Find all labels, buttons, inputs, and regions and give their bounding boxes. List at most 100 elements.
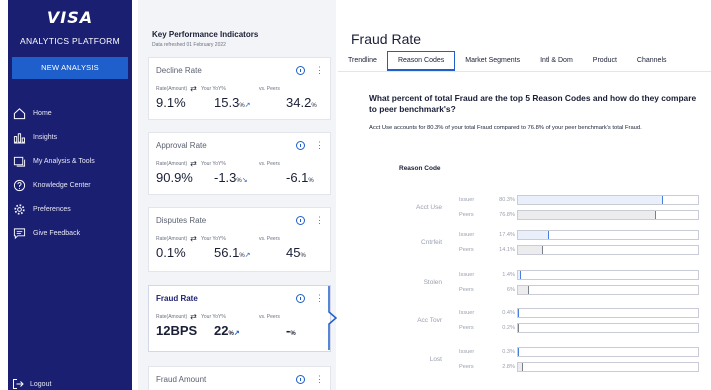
vs-peers-label: vs. Peers: [259, 160, 280, 167]
info-icon[interactable]: [296, 294, 305, 303]
vs-peers-label: vs. Peers: [259, 313, 280, 320]
kebab-menu-icon[interactable]: ⋮: [315, 141, 324, 150]
issuer-value: 0.4%: [502, 310, 515, 316]
kpi-card-disputes-rate[interactable]: Disputes Rate ⋮ Rate(Amount) ⇄ Your YoY% …: [148, 207, 331, 272]
home-icon: [12, 106, 26, 120]
kpi-card-name: Approval Rate: [156, 141, 207, 150]
vs-peers-label: vs. Peers: [259, 235, 280, 242]
kpi-card-fraud-rate[interactable]: Fraud Rate ⋮ Rate(Amount) ⇄ Your YoY% vs.…: [148, 285, 331, 352]
tab-channels[interactable]: Channels: [627, 50, 677, 72]
sidebar-item-give-feedback[interactable]: Give Feedback: [8, 221, 132, 245]
issuer-bar: [518, 196, 663, 204]
kpi-card-decline-rate[interactable]: Decline Rate ⋮ Rate(Amount) ⇄ Your YoY% v…: [148, 57, 331, 120]
sidebar-item-insights[interactable]: Insights: [8, 125, 132, 149]
sidebar-item-my-analysis[interactable]: My Analysis & Tools: [8, 149, 132, 173]
info-icon[interactable]: [296, 141, 305, 150]
trend-down-icon: ↘: [241, 177, 248, 184]
kebab-menu-icon[interactable]: ⋮: [315, 294, 324, 303]
tab-product[interactable]: Product: [583, 50, 627, 72]
kebab-menu-icon[interactable]: ⋮: [315, 216, 324, 225]
peers-bar: [518, 246, 544, 254]
kpi-card-fraud-amount[interactable]: Fraud Amount ⋮: [148, 366, 331, 390]
new-analysis-button[interactable]: NEW ANALYSIS: [12, 57, 128, 79]
peers-bar-line: Peers 6%: [459, 285, 699, 297]
logout-label: Logout: [30, 380, 52, 388]
peers-bar: [518, 363, 524, 371]
issuer-value: 1.4%: [502, 272, 515, 278]
peers-bar-track: [517, 285, 699, 295]
insight-question: What percent of total Fraud are the top …: [369, 93, 697, 114]
issuer-bar-track: [517, 308, 699, 318]
rate-value: 12BPS: [156, 323, 198, 338]
sidebar-item-label: Insights: [33, 133, 58, 141]
info-icon[interactable]: [296, 375, 305, 384]
issuer-value: 0.3%: [502, 349, 515, 355]
reason-code-row: Stolen Issuer 1.4% Peers 6%: [338, 270, 711, 298]
reason-code-row: Cntrfeit Issuer 17.4% Peers 14.1%: [338, 230, 711, 258]
yoy-label: Your YoY%: [201, 313, 226, 320]
rate-amount-label: Rate(Amount): [156, 160, 188, 167]
analysis-tools-icon: [12, 154, 26, 168]
swap-icon[interactable]: ⇄: [190, 159, 197, 168]
peers-bar: [518, 211, 657, 219]
reason-code-label: Acc Tovr: [417, 317, 442, 324]
gear-icon: [12, 202, 26, 216]
reason-code-label: Stolen: [423, 279, 442, 286]
rate-value: 9.1%: [156, 95, 186, 110]
yoy-value: -1.3: [214, 170, 237, 185]
peers-bar-track: [517, 323, 699, 333]
sidebar-item-home[interactable]: Home: [8, 101, 132, 125]
swap-icon[interactable]: ⇄: [190, 312, 197, 321]
tab-reason-codes[interactable]: Reason Codes: [386, 51, 456, 71]
issuer-value: 17.4%: [499, 232, 515, 238]
kpi-header: Key Performance Indicators Data refreshe…: [138, 0, 336, 48]
issuer-bar-line: Issuer 80.3%: [459, 195, 699, 207]
tab-intl-dom[interactable]: Intl & Dom: [530, 50, 583, 72]
yoy-value: 22: [214, 323, 229, 338]
reason-code-row: Lost Issuer 0.3% Peers 2.8%: [338, 347, 711, 375]
sidebar-item-label: Give Feedback: [33, 229, 81, 237]
insights-icon: [12, 130, 26, 144]
logout-button[interactable]: Logout: [12, 378, 51, 390]
trend-up-icon: ↗: [244, 252, 251, 259]
yoy-label: Your YoY%: [201, 160, 226, 167]
sidebar-item-preferences[interactable]: Preferences: [8, 197, 132, 221]
issuer-bar-line: Issuer 17.4%: [459, 230, 699, 242]
swap-icon[interactable]: ⇄: [190, 234, 197, 243]
issuer-bar: [518, 271, 521, 279]
logout-icon: [13, 379, 24, 389]
peers-bar-line: Peers 76.8%: [459, 210, 699, 222]
kpi-card-name: Decline Rate: [156, 66, 202, 75]
peers-value: 76.8%: [499, 212, 515, 218]
brand: VISA ANALYTICS PLATFORM: [8, 0, 132, 46]
kebab-menu-icon[interactable]: ⋮: [315, 66, 324, 75]
peers-bar: [518, 324, 519, 332]
kpi-card-approval-rate[interactable]: Approval Rate ⋮ Rate(Amount) ⇄ Your YoY% …: [148, 132, 331, 195]
sidebar-item-knowledge-center[interactable]: Knowledge Center: [8, 173, 132, 197]
issuer-bar-track: [517, 347, 699, 357]
yoy-label: Your YoY%: [201, 85, 226, 92]
sidebar-item-label: Preferences: [33, 205, 71, 213]
trend-up-icon: ↗: [244, 102, 251, 109]
peers-bar-track: [517, 245, 699, 255]
sidebar: VISA ANALYTICS PLATFORM NEW ANALYSIS Hom…: [8, 0, 132, 390]
tab-trendline[interactable]: Trendline: [338, 50, 387, 72]
info-icon[interactable]: [296, 66, 305, 75]
peers-bar: [518, 286, 529, 294]
issuer-bar-line: Issuer 0.3%: [459, 347, 699, 359]
main-content: Fraud Rate Trendline Reason Codes Market…: [338, 0, 711, 390]
reason-code-label: Lost: [429, 356, 442, 363]
sidebar-item-label: Home: [33, 109, 52, 117]
issuer-bar-track: [517, 230, 699, 240]
tab-market-segments[interactable]: Market Segments: [455, 50, 530, 72]
kebab-menu-icon[interactable]: ⋮: [315, 375, 324, 384]
info-icon[interactable]: [296, 216, 305, 225]
reason-code-row: Acct Use Issuer 80.3% Peers 76.8%: [338, 195, 711, 223]
tab-bar: Trendline Reason Codes Market Segments I…: [338, 50, 711, 72]
peers-value: 34.2: [286, 95, 312, 110]
reason-code-column-header: Reason Code: [399, 165, 441, 172]
trend-up-icon: ↗: [233, 330, 240, 337]
swap-icon[interactable]: ⇄: [190, 84, 197, 93]
yoy-label: Your YoY%: [201, 235, 226, 242]
reason-code-row: Acc Tovr Issuer 0.4% Peers 0.2%: [338, 308, 711, 336]
